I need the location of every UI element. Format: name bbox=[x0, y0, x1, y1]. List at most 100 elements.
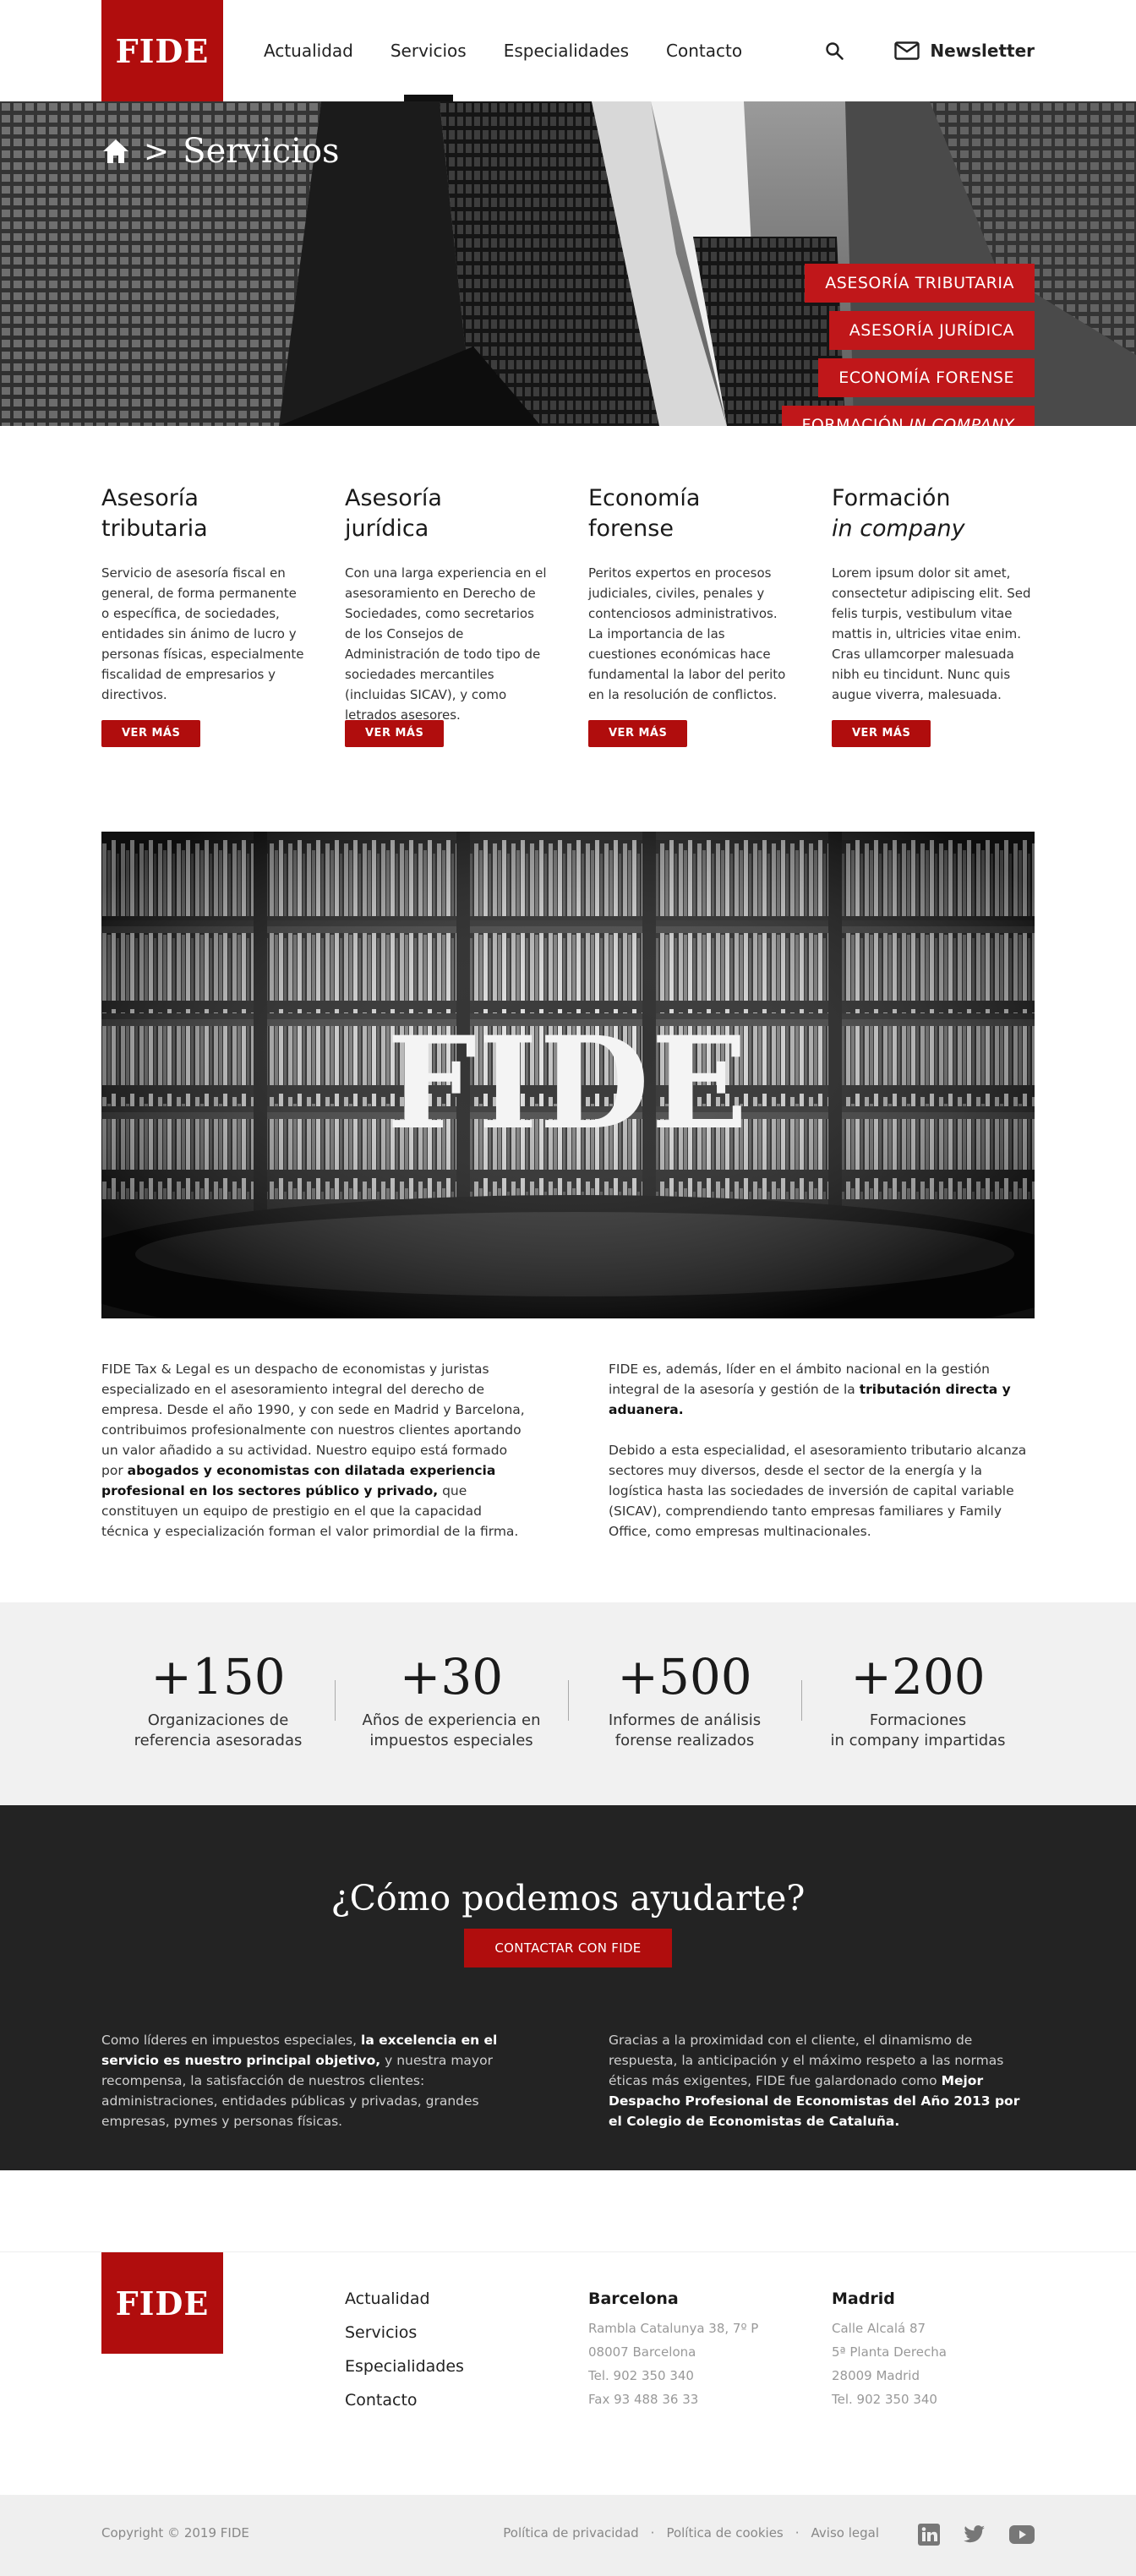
site-footer: FIDE Actualidad Servicios Especialidades… bbox=[0, 2251, 1136, 2495]
link-separator: · bbox=[650, 2525, 655, 2541]
ver-mas-button[interactable]: VER MÁS bbox=[832, 720, 931, 747]
stat-number: +500 bbox=[617, 1648, 752, 1706]
link-separator: · bbox=[795, 2525, 800, 2541]
footer-nav: Actualidad Servicios Especialidades Cont… bbox=[345, 2288, 464, 2411]
tag-label: ASESORÍA TRIBUTARIA bbox=[825, 274, 1014, 292]
tag-label: ASESORÍA JURÍDICA bbox=[849, 321, 1014, 340]
copyright: Copyright © 2019 FIDE bbox=[101, 2525, 249, 2541]
social-links bbox=[918, 2524, 1035, 2546]
office-line: Tel. 902 350 340 bbox=[588, 2368, 694, 2383]
office-line: 08007 Barcelona bbox=[588, 2344, 696, 2360]
stat-item: +200 Formaciones in company impartidas bbox=[801, 1646, 1035, 1805]
page-title: Servicios bbox=[183, 132, 340, 171]
footer-nav-especialidades[interactable]: Especialidades bbox=[345, 2355, 464, 2377]
breadcrumb: > Servicios bbox=[101, 132, 340, 171]
tag-economia-forense[interactable]: ECONOMÍA FORENSE bbox=[818, 358, 1035, 397]
stat-label: Informes de análisis forense realizados bbox=[608, 1711, 762, 1749]
nav-contacto[interactable]: Contacto bbox=[666, 0, 742, 101]
footer-nav-servicios[interactable]: Servicios bbox=[345, 2322, 464, 2344]
hero-tags: ASESORÍA TRIBUTARIA ASESORÍA JURÍDICA EC… bbox=[781, 264, 1035, 426]
cta-left-text: Como líderes en impuestos especiales, la… bbox=[101, 2033, 498, 2129]
tag-asesoria-tributaria[interactable]: ASESORÍA TRIBUTARIA bbox=[805, 264, 1035, 303]
about-paragraph: Debido a esta especialidad, el asesorami… bbox=[609, 1443, 1027, 1539]
library-overlay-logo: FIDE bbox=[386, 1009, 750, 1158]
service-text: Peritos expertos en procesos judiciales,… bbox=[588, 565, 786, 702]
service-text: Lorem ipsum dolor sit amet, consectetur … bbox=[832, 565, 1031, 702]
tag-formacion-in-company[interactable]: FORMACIÓN IN COMPANY bbox=[781, 406, 1035, 426]
stat-item: +500 Informes de análisis forense realiz… bbox=[568, 1646, 801, 1805]
linkedin-icon[interactable] bbox=[918, 2524, 940, 2546]
contact-button[interactable]: CONTACTAR CON FIDE bbox=[464, 1929, 672, 1967]
about-left: FIDE Tax & Legal es un despacho de econo… bbox=[101, 1359, 527, 1602]
privacy-link[interactable]: Política de privacidad bbox=[503, 2525, 638, 2541]
footer-logo[interactable]: FIDE bbox=[101, 2252, 223, 2354]
office-madrid: Madrid Calle Alcalá 87 5ª Planta Derecha… bbox=[832, 2289, 1035, 2411]
nav-servicios[interactable]: Servicios bbox=[390, 0, 467, 101]
office-line: Calle Alcalá 87 bbox=[832, 2321, 926, 2336]
site-header: FIDE Actualidad Servicios Especialidades… bbox=[0, 0, 1136, 101]
tag-label-italic: IN COMPANY bbox=[909, 416, 1014, 426]
search-icon[interactable] bbox=[822, 38, 847, 63]
services-grid: Asesoría tributaria Servicio de asesoría … bbox=[0, 426, 1136, 832]
logo-text: FIDE bbox=[115, 2284, 210, 2322]
contact-cta-section: ¿Cómo podemos ayudarte? CONTACTAR CON FI… bbox=[0, 1805, 1136, 2170]
stat-item: +150 Organizaciones de referencia asesor… bbox=[101, 1646, 335, 1805]
office-line: Tel. 902 350 340 bbox=[832, 2392, 937, 2407]
stat-item: +30 Años de experiencia en impuestos esp… bbox=[335, 1646, 568, 1805]
stat-number: +200 bbox=[850, 1648, 986, 1706]
about-paragraph: FIDE es, además, líder en el ámbito naci… bbox=[609, 1362, 1011, 1417]
cookies-link[interactable]: Política de cookies bbox=[666, 2525, 783, 2541]
nav-especialidades[interactable]: Especialidades bbox=[504, 0, 629, 101]
home-icon[interactable] bbox=[101, 138, 130, 165]
tag-label: ECONOMÍA FORENSE bbox=[838, 368, 1014, 387]
office-line: Rambla Catalunya 38, 7º P bbox=[588, 2321, 759, 2336]
footer-nav-contacto[interactable]: Contacto bbox=[345, 2389, 464, 2411]
service-text: Con una larga experiencia en el asesoram… bbox=[345, 565, 547, 723]
cta-heading: ¿Cómo podemos ayudarte? bbox=[330, 1878, 806, 1918]
service-title: Formación in company bbox=[832, 485, 965, 542]
main-nav: Actualidad Servicios Especialidades Cont… bbox=[264, 0, 742, 101]
service-title: Asesoría jurídica bbox=[345, 485, 442, 542]
office-line: 28009 Madrid bbox=[832, 2368, 920, 2383]
header-actions: Newsletter bbox=[822, 0, 1035, 101]
ver-mas-button[interactable]: VER MÁS bbox=[345, 720, 445, 747]
stat-label: Años de experiencia en impuestos especia… bbox=[362, 1711, 541, 1749]
cta-right-text: Gracias a la proximidad con el cliente, … bbox=[609, 2033, 1020, 2129]
service-card: Asesoría jurídica Con una larga experienc… bbox=[345, 483, 548, 832]
legal-links: Política de privacidad · Política de coo… bbox=[503, 2525, 879, 2541]
ver-mas-button[interactable]: VER MÁS bbox=[588, 720, 688, 747]
youtube-icon[interactable] bbox=[1009, 2525, 1035, 2544]
site-logo[interactable]: FIDE bbox=[101, 0, 223, 101]
office-line: Fax 93 488 36 33 bbox=[588, 2392, 699, 2407]
newsletter-label: Newsletter bbox=[930, 41, 1035, 61]
twitter-icon[interactable] bbox=[964, 2525, 986, 2544]
office-city: Madrid bbox=[832, 2289, 895, 2308]
bottom-bar: Copyright © 2019 FIDE Política de privac… bbox=[0, 2495, 1136, 2576]
newsletter-link[interactable]: Newsletter bbox=[894, 41, 1035, 61]
about-paragraph: FIDE Tax & Legal es un despacho de econo… bbox=[101, 1362, 525, 1539]
nav-actualidad[interactable]: Actualidad bbox=[264, 0, 353, 101]
service-card: Asesoría tributaria Servicio de asesoría … bbox=[101, 483, 304, 832]
logo-text: FIDE bbox=[115, 31, 210, 70]
service-card: Formación in company Lorem ipsum dolor si… bbox=[832, 483, 1035, 832]
stat-number: +150 bbox=[150, 1648, 286, 1706]
tag-asesoria-juridica[interactable]: ASESORÍA JURÍDICA bbox=[828, 311, 1035, 350]
mail-icon bbox=[894, 41, 920, 60]
service-title: Asesoría tributaria bbox=[101, 485, 208, 542]
hero-banner: > Servicios ASESORÍA TRIBUTARIA ASESORÍA… bbox=[0, 101, 1136, 426]
office-city: Barcelona bbox=[588, 2289, 679, 2308]
stat-label: Organizaciones de referencia asesoradas bbox=[134, 1711, 303, 1749]
stat-label: Formaciones in company impartidas bbox=[830, 1711, 1006, 1749]
stats-section: +150 Organizaciones de referencia asesor… bbox=[0, 1602, 1136, 1805]
tag-label: FORMACIÓN bbox=[801, 416, 904, 426]
about-right: FIDE es, además, líder en el ámbito naci… bbox=[609, 1359, 1035, 1602]
library-image: FIDE bbox=[101, 832, 1035, 1318]
service-card: Economía forense Peritos expertos en proc… bbox=[588, 483, 791, 832]
stat-number: +30 bbox=[399, 1648, 504, 1706]
footer-nav-actualidad[interactable]: Actualidad bbox=[345, 2288, 464, 2310]
service-text: Servicio de asesoría fiscal en general, … bbox=[101, 565, 304, 702]
office-line: 5ª Planta Derecha bbox=[832, 2344, 947, 2360]
legal-notice-link[interactable]: Aviso legal bbox=[811, 2525, 879, 2541]
ver-mas-button[interactable]: VER MÁS bbox=[101, 720, 201, 747]
service-title: Economía forense bbox=[588, 485, 701, 542]
